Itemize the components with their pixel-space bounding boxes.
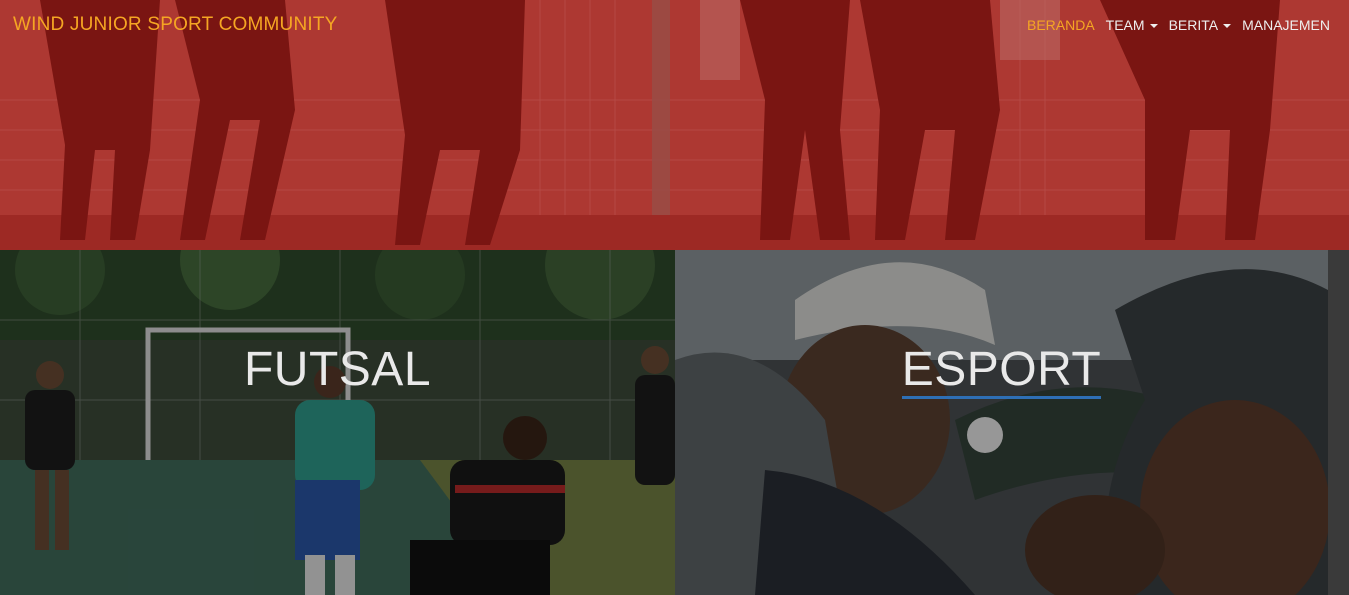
futsal-title: FUTSAL bbox=[0, 342, 675, 397]
nav-item-label: BERITA bbox=[1168, 17, 1219, 33]
futsal-section-tile[interactable]: FUTSAL bbox=[0, 250, 675, 595]
right-edge-strip bbox=[1328, 250, 1349, 595]
nav-item-label: BERANDA bbox=[1026, 17, 1095, 33]
futsal-title-text: FUTSAL bbox=[243, 343, 432, 396]
nav-item-team[interactable]: TEAM bbox=[1100, 17, 1163, 33]
nav-item-label: TEAM bbox=[1105, 17, 1145, 33]
hero-banner: WIND JUNIOR SPORT COMMUNITY BERANDA TEAM… bbox=[0, 0, 1349, 250]
esport-dark-overlay bbox=[675, 250, 1328, 595]
esport-title: ESPORT bbox=[675, 342, 1328, 399]
nav-menu: BERANDA TEAM BERITA MANAJEMEN bbox=[1021, 17, 1335, 33]
nav-item-berita[interactable]: BERITA bbox=[1163, 17, 1237, 33]
caret-down-icon bbox=[1223, 23, 1232, 28]
nav-item-manajemen[interactable]: MANAJEMEN bbox=[1236, 17, 1335, 33]
brand-logo-text[interactable]: WIND JUNIOR SPORT COMMUNITY bbox=[13, 14, 338, 36]
futsal-dark-overlay bbox=[0, 250, 675, 595]
esport-section-tile[interactable]: ESPORT bbox=[675, 250, 1328, 595]
nav-item-label: MANAJEMEN bbox=[1242, 17, 1330, 33]
esport-title-text[interactable]: ESPORT bbox=[901, 343, 1102, 399]
top-navbar: WIND JUNIOR SPORT COMMUNITY BERANDA TEAM… bbox=[0, 0, 1349, 50]
nav-item-beranda[interactable]: BERANDA bbox=[1021, 17, 1100, 33]
caret-down-icon bbox=[1149, 23, 1158, 28]
